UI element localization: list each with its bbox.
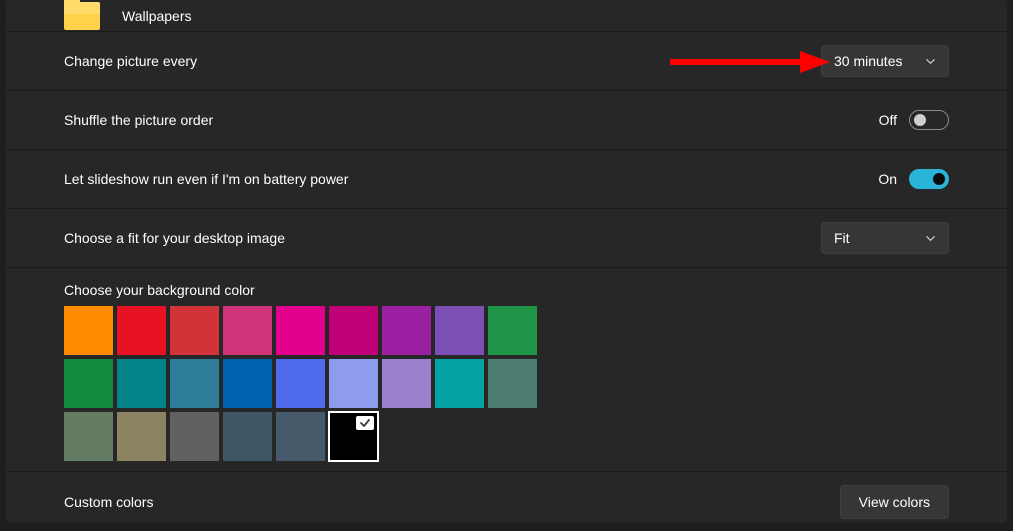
color-swatch[interactable] <box>329 412 378 461</box>
view-colors-label: View colors <box>859 494 930 510</box>
color-swatch[interactable] <box>170 412 219 461</box>
change-picture-label: Change picture every <box>64 53 821 69</box>
toggle-knob <box>933 173 945 185</box>
folder-icon <box>64 2 100 30</box>
row-shuffle: Shuffle the picture order Off <box>6 91 1007 150</box>
chevron-down-icon <box>925 233 936 244</box>
shuffle-label: Shuffle the picture order <box>64 112 879 128</box>
battery-label: Let slideshow run even if I'm on battery… <box>64 171 878 187</box>
color-row <box>64 306 949 355</box>
color-swatch[interactable] <box>276 359 325 408</box>
color-swatch[interactable] <box>117 412 166 461</box>
fit-value: Fit <box>834 230 850 246</box>
color-row <box>64 412 949 461</box>
color-swatch[interactable] <box>488 306 537 355</box>
row-fit: Choose a fit for your desktop image Fit <box>6 209 1007 268</box>
color-swatch[interactable] <box>329 359 378 408</box>
color-swatch[interactable] <box>329 306 378 355</box>
color-row <box>64 359 949 408</box>
change-picture-value: 30 minutes <box>834 53 902 69</box>
battery-state-text: On <box>878 171 897 187</box>
color-swatch[interactable] <box>223 306 272 355</box>
row-custom-colors: Custom colors View colors <box>6 472 1007 531</box>
color-swatch[interactable] <box>382 306 431 355</box>
color-swatch[interactable] <box>488 359 537 408</box>
color-swatch[interactable] <box>170 359 219 408</box>
battery-toggle[interactable] <box>909 169 949 189</box>
chevron-down-icon <box>925 56 936 67</box>
shuffle-state-text: Off <box>879 112 897 128</box>
color-swatch[interactable] <box>223 412 272 461</box>
color-swatch[interactable] <box>117 359 166 408</box>
check-icon <box>358 416 372 435</box>
folder-row[interactable]: Wallpapers <box>6 0 1007 32</box>
color-grid <box>64 306 949 461</box>
color-swatch[interactable] <box>170 306 219 355</box>
row-battery: Let slideshow run even if I'm on battery… <box>6 150 1007 209</box>
color-swatch[interactable] <box>223 359 272 408</box>
fit-label: Choose a fit for your desktop image <box>64 230 821 246</box>
custom-colors-label: Custom colors <box>64 494 840 510</box>
color-swatch[interactable] <box>276 306 325 355</box>
folder-name: Wallpapers <box>122 8 192 24</box>
color-swatch[interactable] <box>64 306 113 355</box>
color-swatch[interactable] <box>117 306 166 355</box>
view-colors-button[interactable]: View colors <box>840 485 949 519</box>
change-picture-dropdown[interactable]: 30 minutes <box>821 45 949 77</box>
color-swatch[interactable] <box>64 359 113 408</box>
color-swatch[interactable] <box>382 359 431 408</box>
color-swatch[interactable] <box>64 412 113 461</box>
background-colors-title: Choose your background color <box>64 282 949 298</box>
color-swatch[interactable] <box>435 306 484 355</box>
fit-dropdown[interactable]: Fit <box>821 222 949 254</box>
color-swatch[interactable] <box>276 412 325 461</box>
background-colors-section: Choose your background color <box>6 268 1007 472</box>
color-swatch[interactable] <box>435 359 484 408</box>
row-change-picture: Change picture every 30 minutes <box>6 32 1007 91</box>
shuffle-toggle[interactable] <box>909 110 949 130</box>
toggle-knob <box>914 114 926 126</box>
